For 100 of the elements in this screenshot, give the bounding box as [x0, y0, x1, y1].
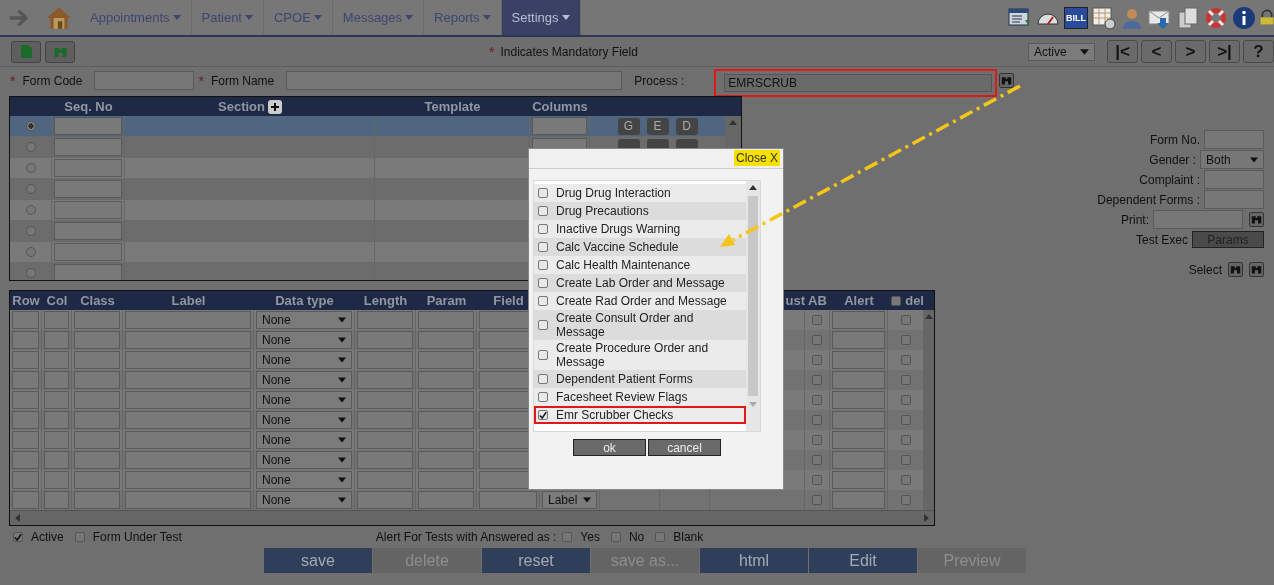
new-button[interactable] — [11, 40, 41, 63]
process-field[interactable]: EMRSCRUB — [724, 73, 993, 92]
row-field[interactable] — [12, 411, 39, 429]
row-action-button[interactable]: G — [617, 117, 640, 135]
alert-field[interactable] — [832, 431, 885, 449]
label-field[interactable] — [125, 371, 251, 389]
param-field[interactable] — [418, 311, 474, 329]
col-field[interactable] — [44, 311, 69, 329]
search-button[interactable] — [1249, 212, 1264, 227]
row-field[interactable] — [12, 311, 39, 329]
row-radio[interactable] — [25, 184, 36, 194]
delete-checkbox[interactable] — [900, 395, 911, 405]
lifebuoy-icon[interactable] — [1204, 5, 1228, 30]
label-field[interactable] — [125, 411, 251, 429]
data-type-select[interactable]: None — [256, 491, 352, 509]
checkbox[interactable] — [538, 206, 548, 216]
row-action-button[interactable]: D — [675, 117, 698, 135]
alert-field[interactable] — [832, 311, 885, 329]
seq-field[interactable] — [54, 138, 122, 156]
type-select[interactable]: Label — [542, 491, 597, 509]
checkbox[interactable] — [538, 410, 548, 420]
data-type-select[interactable]: None — [256, 451, 352, 469]
checkbox[interactable] — [538, 320, 548, 330]
delete-checkbox[interactable] — [900, 435, 911, 445]
seq-field[interactable] — [54, 117, 122, 135]
action-button[interactable]: reset — [482, 548, 590, 573]
data-type-select[interactable]: None — [256, 431, 352, 449]
scrollbar[interactable] — [924, 310, 934, 510]
gender-select[interactable]: Both — [1200, 150, 1264, 169]
alert-field[interactable] — [832, 371, 885, 389]
label-field[interactable] — [125, 471, 251, 489]
action-button[interactable]: Edit — [809, 548, 917, 573]
row-radio[interactable] — [25, 163, 36, 173]
ab-checkbox[interactable] — [812, 435, 822, 445]
param-field[interactable] — [418, 451, 474, 469]
class-field[interactable] — [74, 411, 120, 429]
checkbox[interactable] — [538, 392, 548, 402]
close-button[interactable]: Close X — [733, 150, 780, 166]
ok-button[interactable]: ok — [573, 439, 646, 456]
print-field[interactable] — [1153, 210, 1243, 229]
delete-checkbox[interactable] — [900, 455, 911, 465]
col-field[interactable] — [44, 411, 69, 429]
length-field[interactable] — [357, 311, 413, 329]
length-field[interactable] — [357, 471, 413, 489]
list-item[interactable]: Create Procedure Order and Message — [534, 340, 746, 370]
ab-checkbox[interactable] — [812, 415, 822, 425]
form-name-field[interactable] — [286, 71, 623, 90]
checkbox[interactable] — [610, 532, 621, 542]
checkbox[interactable] — [562, 532, 573, 542]
label-field[interactable] — [125, 491, 251, 509]
alert-field[interactable] — [832, 411, 885, 429]
row-field[interactable] — [12, 431, 39, 449]
search-button[interactable] — [1228, 262, 1243, 277]
checkbox[interactable] — [538, 242, 548, 252]
row-field[interactable] — [12, 351, 39, 369]
param-field[interactable] — [418, 351, 474, 369]
checkbox[interactable] — [538, 260, 548, 270]
label-field[interactable] — [125, 311, 251, 329]
label-field[interactable] — [125, 451, 251, 469]
action-button[interactable]: save — [264, 548, 372, 573]
class-field[interactable] — [74, 491, 120, 509]
class-field[interactable] — [74, 391, 120, 409]
checkbox[interactable] — [13, 532, 23, 542]
data-type-select[interactable]: None — [256, 391, 352, 409]
list-item[interactable]: Drug Precautions — [534, 202, 746, 220]
data-type-select[interactable]: None — [256, 351, 352, 369]
param-field[interactable] — [418, 391, 474, 409]
seq-field[interactable] — [54, 222, 122, 240]
class-field[interactable] — [74, 311, 120, 329]
param-field[interactable] — [418, 371, 474, 389]
param-field[interactable] — [418, 411, 474, 429]
label-field[interactable] — [125, 331, 251, 349]
ab-checkbox[interactable] — [812, 375, 822, 385]
row-field[interactable] — [12, 371, 39, 389]
col-field[interactable] — [44, 351, 69, 369]
list-item[interactable]: Drug Drug Interaction — [534, 184, 746, 202]
list-item[interactable]: Create Lab Order and Message — [534, 274, 746, 292]
row-radio[interactable] — [25, 121, 36, 131]
length-field[interactable] — [357, 391, 413, 409]
param-field[interactable] — [418, 471, 474, 489]
alert-field[interactable] — [832, 331, 885, 349]
class-field[interactable] — [74, 431, 120, 449]
col-field[interactable] — [44, 491, 69, 509]
list-item[interactable]: Calc Vaccine Schedule — [534, 238, 746, 256]
delete-checkbox[interactable] — [900, 475, 911, 485]
checkbox[interactable] — [74, 532, 85, 542]
length-field[interactable] — [357, 371, 413, 389]
pager-button[interactable]: < — [1141, 40, 1172, 63]
ab-checkbox[interactable] — [812, 495, 822, 505]
row-field[interactable] — [12, 451, 39, 469]
ab-checkbox[interactable] — [812, 355, 822, 365]
list-item[interactable]: Create Rad Order and Message — [534, 292, 746, 310]
scrollbar[interactable] — [746, 181, 760, 431]
scrollbar[interactable] — [10, 510, 934, 525]
delete-checkbox[interactable] — [900, 335, 911, 345]
ab-checkbox[interactable] — [812, 335, 822, 345]
param-field[interactable] — [418, 431, 474, 449]
ab-checkbox[interactable] — [812, 475, 822, 485]
label-field[interactable] — [125, 391, 251, 409]
param-field[interactable] — [418, 331, 474, 349]
